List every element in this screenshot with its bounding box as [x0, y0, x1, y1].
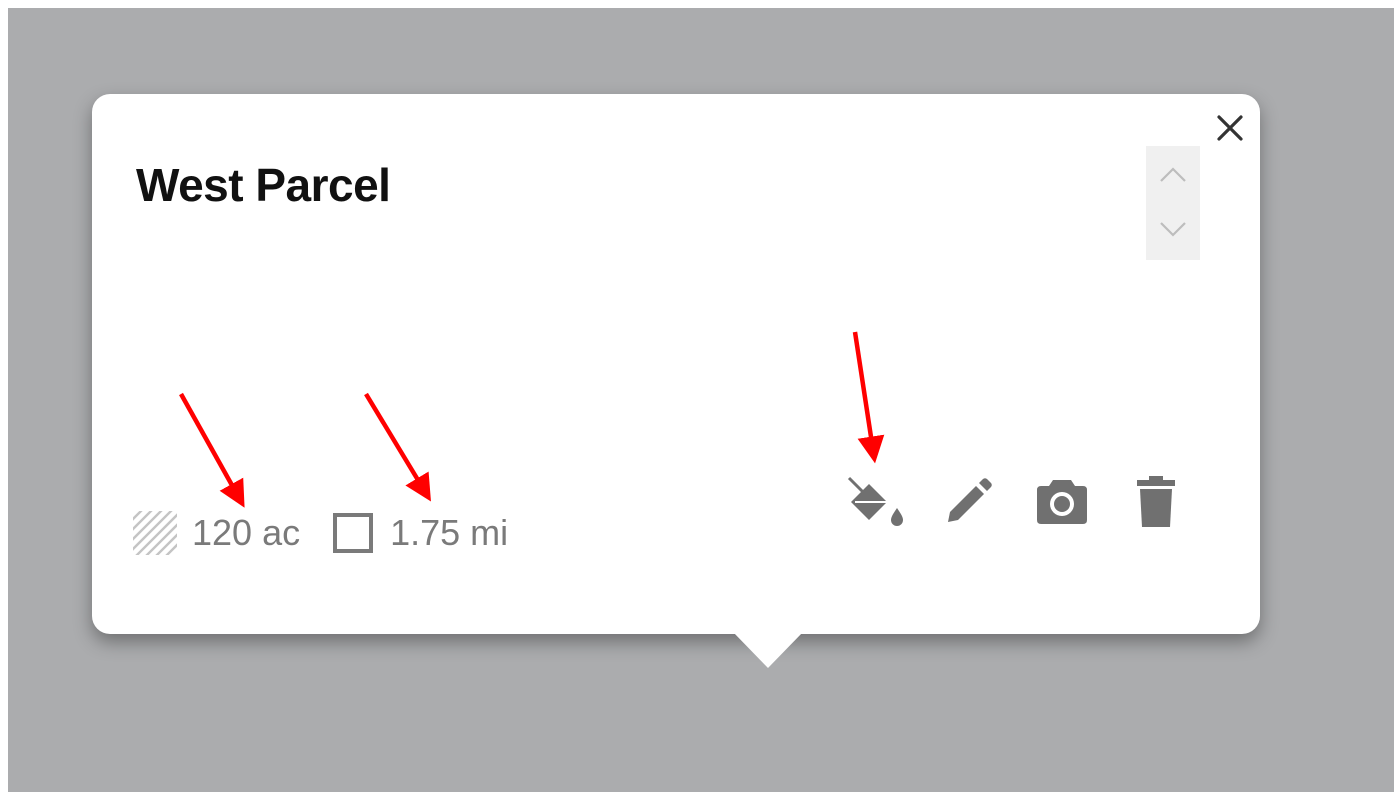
close-button[interactable] — [1210, 108, 1250, 148]
trash-icon — [1137, 476, 1175, 527]
chevron-up-icon — [1160, 167, 1186, 182]
parcel-popup: West Parcel 120 ac 1.75 mi — [92, 94, 1260, 668]
feature-pager — [1146, 146, 1200, 260]
pencil-icon — [948, 478, 992, 522]
paint-bucket-icon — [847, 476, 903, 526]
fill-color-button[interactable] — [842, 470, 906, 534]
photo-button[interactable] — [1030, 470, 1094, 534]
previous-feature-button[interactable] — [1146, 150, 1200, 200]
close-icon — [1217, 115, 1243, 141]
area-stat: 120 ac — [132, 510, 300, 556]
square-outline-icon — [330, 510, 376, 556]
camera-icon — [1037, 480, 1087, 524]
popup-tail — [733, 632, 803, 668]
hatched-area-icon — [132, 510, 178, 556]
area-value: 120 ac — [192, 512, 301, 553]
perimeter-value: 1.75 mi — [390, 512, 509, 553]
popup-actions — [842, 470, 1218, 534]
delete-button[interactable] — [1124, 470, 1188, 534]
chevron-down-icon — [1160, 222, 1186, 237]
perimeter-stat: 1.75 mi — [330, 510, 508, 556]
parcel-stats: 120 ac 1.75 mi — [132, 508, 538, 558]
next-feature-button[interactable] — [1146, 204, 1200, 254]
parcel-title: West Parcel — [136, 159, 391, 211]
edit-button[interactable] — [936, 470, 1000, 534]
